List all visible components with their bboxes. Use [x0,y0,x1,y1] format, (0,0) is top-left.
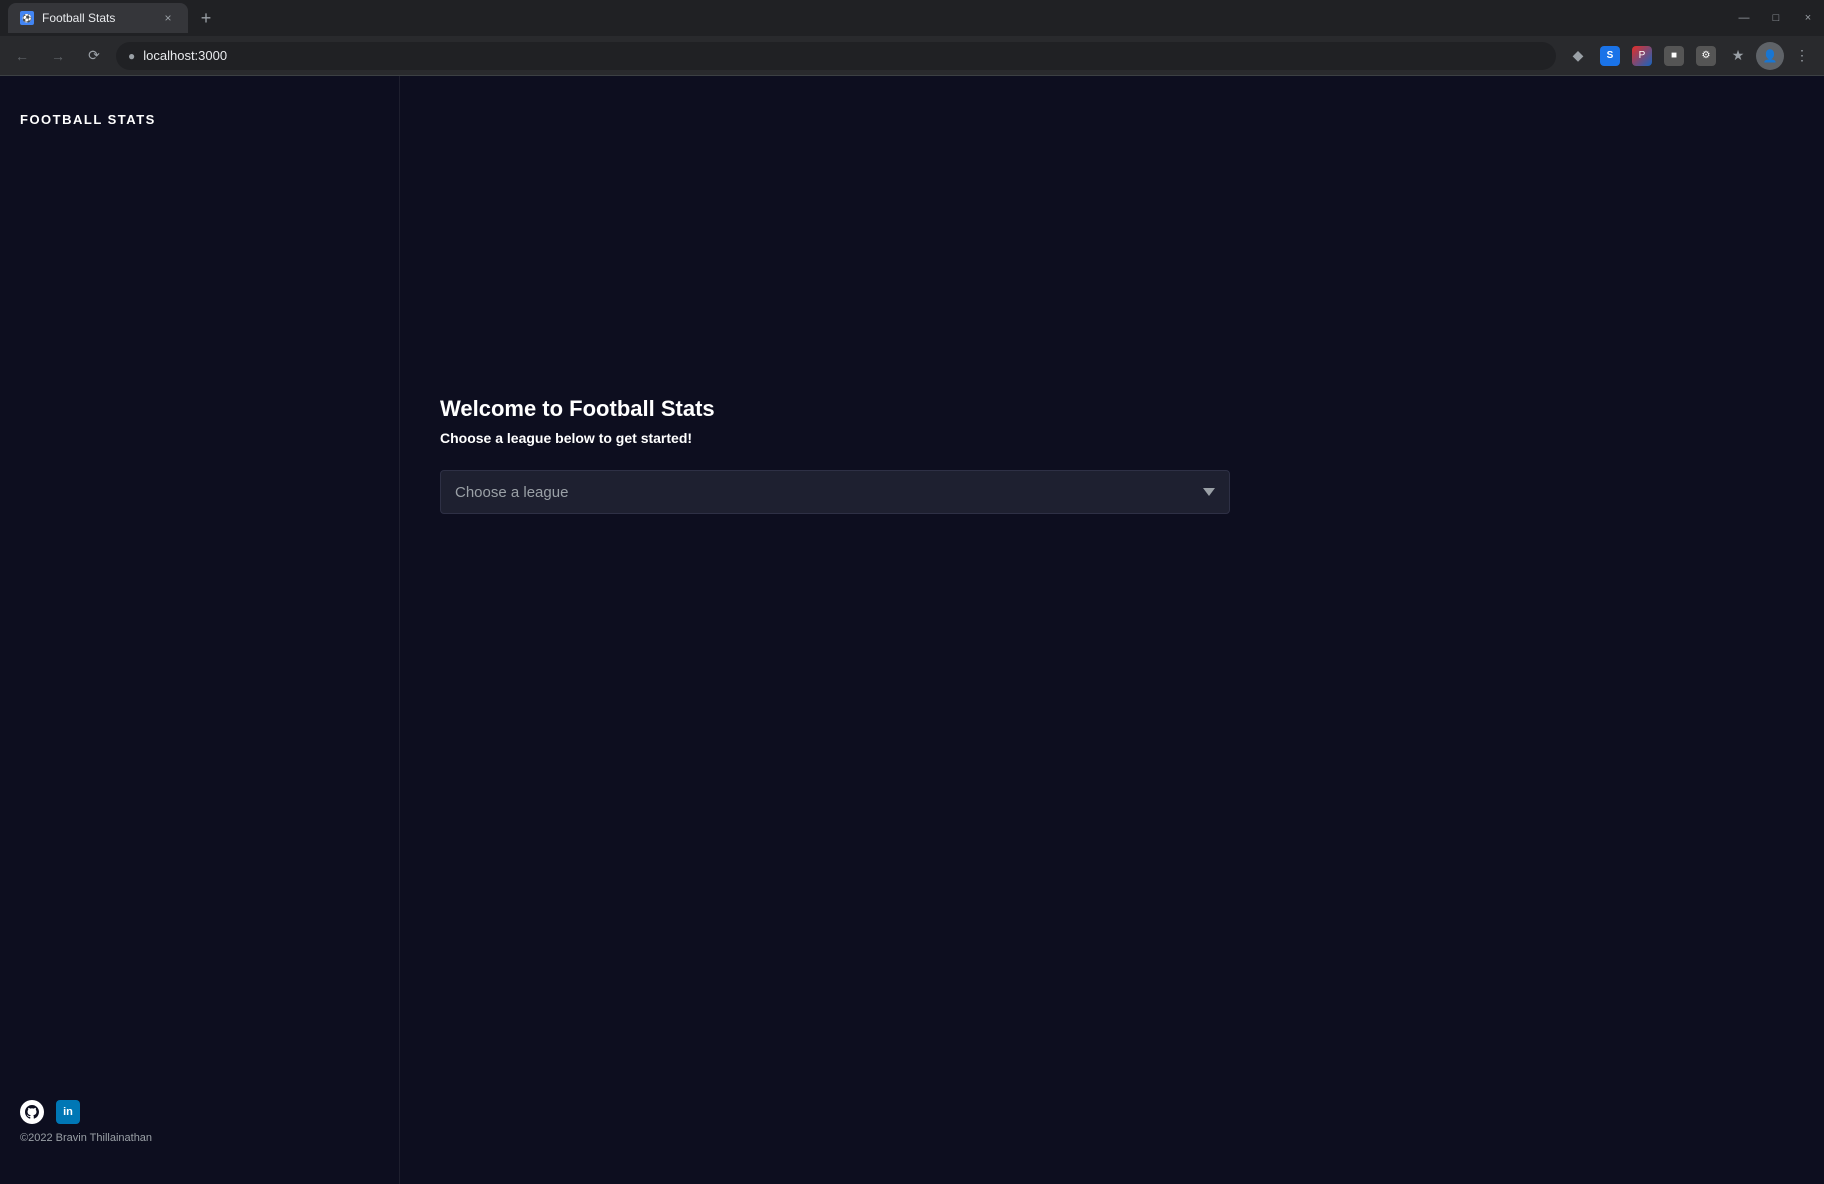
extension-3-icon[interactable]: ■ [1664,46,1684,66]
tab-favicon: ⚽ [20,11,34,25]
browser-tab[interactable]: ⚽ Football Stats × [8,3,188,33]
extensions-icon[interactable]: ◆ [1564,42,1592,70]
sidebar-copyright: ©2022 Bravin Thillainathan [20,1132,379,1144]
url-text: localhost:3000 [143,48,227,63]
extension-1-icon[interactable]: S [1600,46,1620,66]
sidebar-footer: in ©2022 Bravin Thillainathan [20,1100,379,1160]
minimize-button[interactable]: — [1736,12,1752,24]
main-content: Welcome to Football Stats Choose a leagu… [400,76,1824,1184]
back-button[interactable]: ← [8,42,36,70]
welcome-subtitle: Choose a league below to get started! [440,430,1784,446]
maximize-button[interactable]: □ [1768,12,1784,24]
welcome-title: Welcome to Football Stats [440,396,1784,422]
reload-button[interactable]: ⟳ [80,42,108,70]
sidebar: FOOTBALL STATS in ©2022 Bravin Thillaina… [0,76,400,1184]
github-icon[interactable] [20,1100,44,1124]
extension-4-icon[interactable]: ⚙ [1696,46,1716,66]
linkedin-icon[interactable]: in [56,1100,80,1124]
profile-icon[interactable]: 👤 [1756,42,1784,70]
address-bar[interactable]: ● localhost:3000 [116,42,1556,70]
tab-title: Football Stats [42,11,115,25]
sidebar-social: in [20,1100,379,1124]
forward-button[interactable]: → [44,42,72,70]
bookmark-icon[interactable]: ★ [1724,42,1752,70]
sidebar-title: FOOTBALL STATS [20,100,379,139]
welcome-section: Welcome to Football Stats Choose a leagu… [440,396,1784,514]
close-button[interactable]: × [1800,12,1816,24]
toolbar-icons: ◆ S P ■ ⚙ ★ 👤 ⋮ [1564,42,1816,70]
league-select[interactable]: Choose a league Premier League La Liga B… [440,470,1230,514]
browser-titlebar: ⚽ Football Stats × + — □ × [0,0,1824,36]
browser-toolbar: ← → ⟳ ● localhost:3000 ◆ S P ■ ⚙ ★ 👤 ⋮ [0,36,1824,76]
new-tab-button[interactable]: + [192,4,220,32]
app-container: FOOTBALL STATS in ©2022 Bravin Thillaina… [0,76,1824,1184]
browser-chrome: ⚽ Football Stats × + — □ × ← → ⟳ ● local… [0,0,1824,76]
extension-2-icon[interactable]: P [1632,46,1652,66]
window-controls: — □ × [1736,12,1816,24]
more-options-icon[interactable]: ⋮ [1788,42,1816,70]
lock-icon: ● [128,49,135,63]
tab-close-button[interactable]: × [160,10,176,26]
